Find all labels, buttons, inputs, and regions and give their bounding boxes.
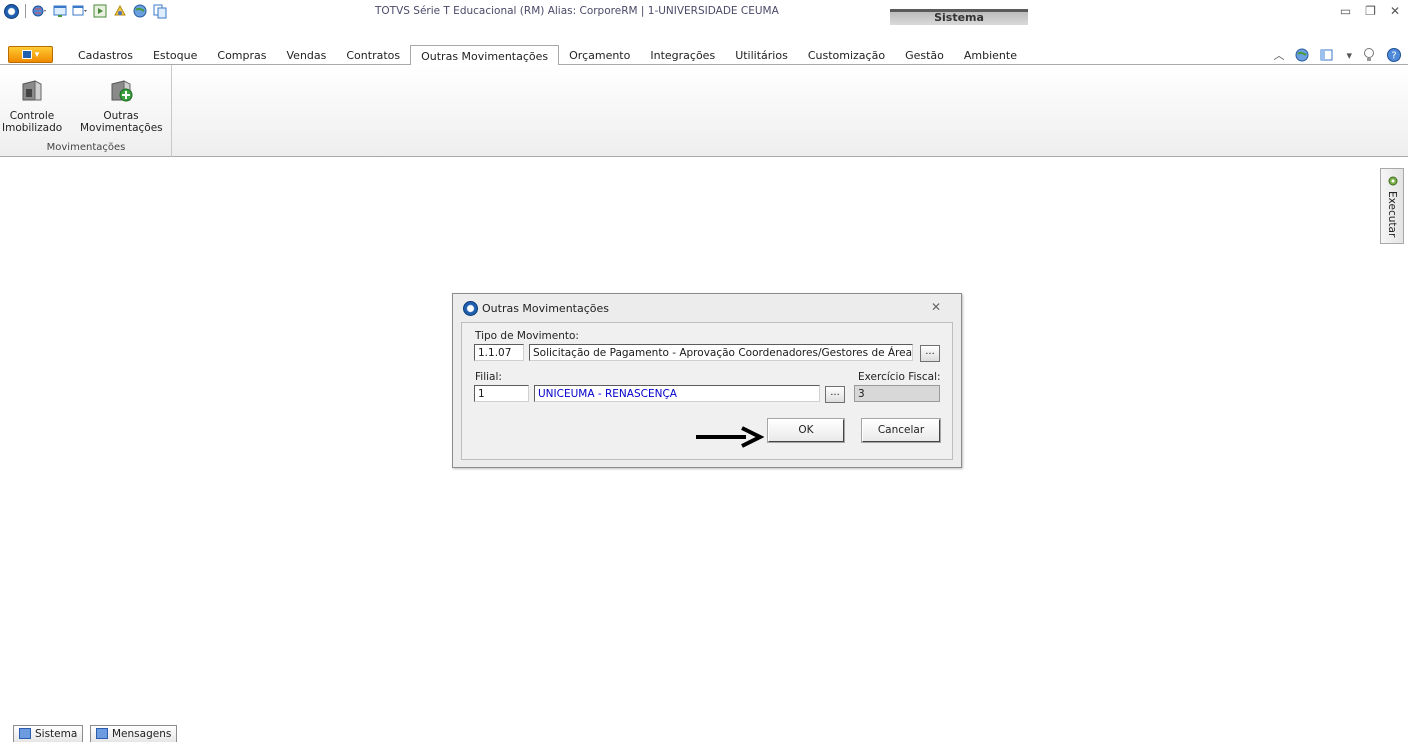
window-title: TOTVS Série T Educacional (RM) Alias: Co… (375, 5, 779, 17)
dialog-title: Outras Movimentações (482, 302, 610, 315)
chevron-down-icon[interactable]: ▾ (1346, 49, 1352, 62)
window-controls: ▭ ❐ ✕ (1340, 4, 1400, 18)
tab-estoque[interactable]: Estoque (143, 45, 207, 65)
tab-cadastros[interactable]: Cadastros (68, 45, 143, 65)
restore-icon[interactable]: ❐ (1365, 4, 1376, 18)
status-tab-mensagens[interactable]: Mensagens (90, 725, 178, 742)
ribbon-group-movimentacoes: Controle Imobilizado Outras Movimentaçõe… (0, 65, 172, 157)
exercicio-fiscal-label: Exercício Fiscal: (858, 371, 941, 383)
tab-outras-movimentacoes[interactable]: Outras Movimentações (410, 45, 560, 66)
tipo-movimento-code-input[interactable]: 1.1.07 (474, 344, 524, 361)
ribbon-right-icons: ︿ ▾ ? (1273, 47, 1402, 63)
outras-movimentacoes-button[interactable]: Outras Movimentações (80, 77, 163, 134)
ribbon-tabs: Cadastros Estoque Compras Vendas Contrat… (68, 45, 1027, 66)
filial-lookup-button[interactable]: ... (825, 386, 845, 403)
gear-icon (1388, 176, 1398, 186)
help-icon[interactable]: ? (1386, 47, 1402, 63)
message-icon (96, 728, 108, 739)
status-tab-sistema[interactable]: Sistema (13, 725, 84, 742)
cancel-button[interactable]: Cancelar (861, 418, 941, 443)
toolbar-divider (25, 4, 26, 18)
app-menu-button[interactable]: ▾ (8, 46, 53, 63)
outras-movimentacoes-label-2: Movimentações (80, 122, 163, 134)
ribbon-panel: Controle Imobilizado Outras Movimentaçõe… (0, 65, 1408, 157)
tab-utilitarios[interactable]: Utilitários (725, 45, 798, 65)
globe-icon[interactable] (1294, 47, 1310, 63)
cabinet-icon (22, 80, 42, 101)
tab-contratos[interactable]: Contratos (336, 45, 410, 65)
ribbon-group-label: Movimentações (46, 142, 126, 153)
svg-text:?: ? (1391, 51, 1396, 62)
window-dropdown-icon[interactable] (72, 3, 88, 19)
tab-compras[interactable]: Compras (207, 45, 276, 65)
filial-label: Filial: (475, 371, 502, 383)
controle-imobilizado-label-1: Controle (9, 110, 55, 122)
palette-icon[interactable] (112, 3, 128, 19)
close-icon[interactable]: ✕ (1390, 4, 1400, 18)
minimize-icon[interactable]: ▭ (1340, 4, 1351, 18)
tab-integracoes[interactable]: Integrações (640, 45, 725, 65)
copy-icon[interactable] (152, 3, 168, 19)
app-menu-icon (21, 50, 32, 59)
window-icon[interactable] (52, 3, 68, 19)
tab-ambiente[interactable]: Ambiente (954, 45, 1027, 65)
executar-label: Executar (1386, 191, 1398, 238)
globe-dropdown-icon[interactable] (32, 3, 48, 19)
tipo-movimento-lookup-button[interactable]: ... (920, 345, 940, 362)
filial-code-input[interactable]: 1 (474, 385, 529, 402)
layout-dropdown-icon[interactable] (1320, 47, 1336, 63)
status-tab-mensagens-label: Mensagens (112, 728, 172, 740)
dialog-title-bar[interactable]: Outras Movimentações ✕ (453, 294, 961, 321)
grid-icon[interactable] (92, 3, 108, 19)
arrow-right-icon (696, 426, 764, 448)
app-orb-icon (463, 301, 478, 316)
tab-customizacao[interactable]: Customização (798, 45, 895, 65)
tab-gestao[interactable]: Gestão (895, 45, 954, 65)
filial-desc-input[interactable]: UNICEUMA - RENASCENÇA (534, 385, 820, 402)
monitor-icon (19, 728, 31, 739)
app-orb-icon[interactable] (4, 3, 19, 19)
outras-movimentacoes-label-1: Outras (103, 110, 139, 122)
context-tab-group-sistema[interactable]: Sistema (890, 9, 1028, 25)
close-icon[interactable]: ✕ (931, 300, 941, 314)
exercicio-fiscal-field: 3 (854, 385, 940, 402)
chevron-up-icon[interactable]: ︿ (1273, 47, 1284, 63)
tab-vendas[interactable]: Vendas (277, 45, 337, 65)
executar-side-tab[interactable]: Executar (1380, 168, 1404, 244)
tipo-movimento-label: Tipo de Movimento: (475, 330, 579, 342)
title-bar: TOTVS Série T Educacional (RM) Alias: Co… (0, 0, 1408, 25)
controle-imobilizado-button[interactable]: Controle Imobilizado (2, 77, 62, 134)
controle-imobilizado-label-2: Imobilizado (2, 122, 63, 134)
chevron-down-icon: ▾ (34, 49, 40, 60)
globe-icon[interactable] (132, 3, 148, 19)
tab-orcamento[interactable]: Orçamento (559, 45, 640, 65)
cabinet-add-icon (111, 80, 133, 102)
ok-button[interactable]: OK (767, 418, 845, 443)
status-tab-sistema-label: Sistema (35, 728, 78, 740)
quick-access-toolbar (4, 3, 168, 19)
status-bar: Sistema Mensagens (0, 718, 1408, 742)
lightbulb-icon[interactable] (1362, 47, 1376, 63)
tipo-movimento-desc-input[interactable]: Solicitação de Pagamento - Aprovação Coo… (529, 344, 913, 361)
